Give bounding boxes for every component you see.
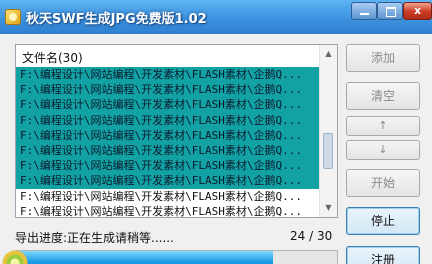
maximize-button[interactable] <box>377 2 403 20</box>
list-header[interactable]: 文件名(30) <box>16 45 321 67</box>
file-list[interactable]: 文件名(30) F:\编程设计\网站编程\开发素材\FLASH素材\企鹅Q...… <box>15 44 338 218</box>
list-item[interactable]: F:\编程设计\网站编程\开发素材\FLASH素材\企鹅Q... <box>16 173 321 189</box>
decorative-logo-icon <box>0 248 28 264</box>
list-item[interactable]: F:\编程设计\网站编程\开发素材\FLASH素材\企鹅Q... <box>16 188 321 204</box>
move-down-button[interactable]: ↓ <box>346 140 420 160</box>
list-item[interactable]: F:\编程设计\网站编程\开发素材\FLASH素材\企鹅Q... <box>16 158 321 174</box>
scroll-down-icon[interactable]: ▼ <box>322 201 335 215</box>
progress-count: 24 / 30 <box>290 229 333 243</box>
list-item[interactable]: F:\编程设计\网站编程\开发素材\FLASH素材\企鹅Q... <box>16 112 321 128</box>
list-item[interactable]: F:\编程设计\网站编程\开发素材\FLASH素材\企鹅Q... <box>16 67 321 83</box>
start-button[interactable]: 开始 <box>346 169 420 197</box>
list-item[interactable]: F:\编程设计\网站编程\开发素材\FLASH素材\企鹅Q... <box>16 97 321 113</box>
progress-bar-fill <box>16 251 273 264</box>
minimize-button[interactable] <box>351 2 377 20</box>
register-button[interactable]: 注册 <box>346 246 420 264</box>
move-up-button[interactable]: ↑ <box>346 116 420 136</box>
scroll-up-icon[interactable]: ▲ <box>322 47 335 61</box>
list-item[interactable]: F:\编程设计\网站编程\开发素材\FLASH素材\企鹅Q... <box>16 82 321 98</box>
list-item[interactable]: F:\编程设计\网站编程\开发素材\FLASH素材\企鹅Q... <box>16 142 321 159</box>
column-header-filename: 文件名(30) <box>22 51 83 65</box>
app-window: 秋天SWF生成JPG免费版1.02 x 文件名(30) F:\编程设计\网站编程… <box>0 0 432 264</box>
progress-status-text: 导出进度:正在生成请稍等...... <box>15 231 174 245</box>
app-icon <box>5 9 21 25</box>
stop-button[interactable]: 停止 <box>346 207 420 235</box>
list-item[interactable]: F:\编程设计\网站编程\开发素材\FLASH素材\企鹅Q... <box>16 127 321 143</box>
minimize-icon <box>360 13 369 15</box>
close-button[interactable]: x <box>403 2 432 20</box>
title-bar[interactable]: 秋天SWF生成JPG免费版1.02 x <box>0 0 432 34</box>
list-item[interactable]: F:\编程设计\网站编程\开发素材\FLASH素材\企鹅Q... <box>16 203 321 217</box>
scrollbar-thumb[interactable] <box>323 133 333 169</box>
progress-bar <box>15 250 338 264</box>
file-rows: F:\编程设计\网站编程\开发素材\FLASH素材\企鹅Q... F:\编程设计\… <box>16 67 321 217</box>
add-button[interactable]: 添加 <box>346 44 420 72</box>
vertical-scrollbar[interactable]: ▲ ▼ <box>319 45 337 217</box>
window-title: 秋天SWF生成JPG免费版1.02 <box>26 12 207 27</box>
clear-button[interactable]: 清空 <box>346 82 420 110</box>
close-icon: x <box>413 4 422 17</box>
maximize-icon <box>386 7 396 17</box>
